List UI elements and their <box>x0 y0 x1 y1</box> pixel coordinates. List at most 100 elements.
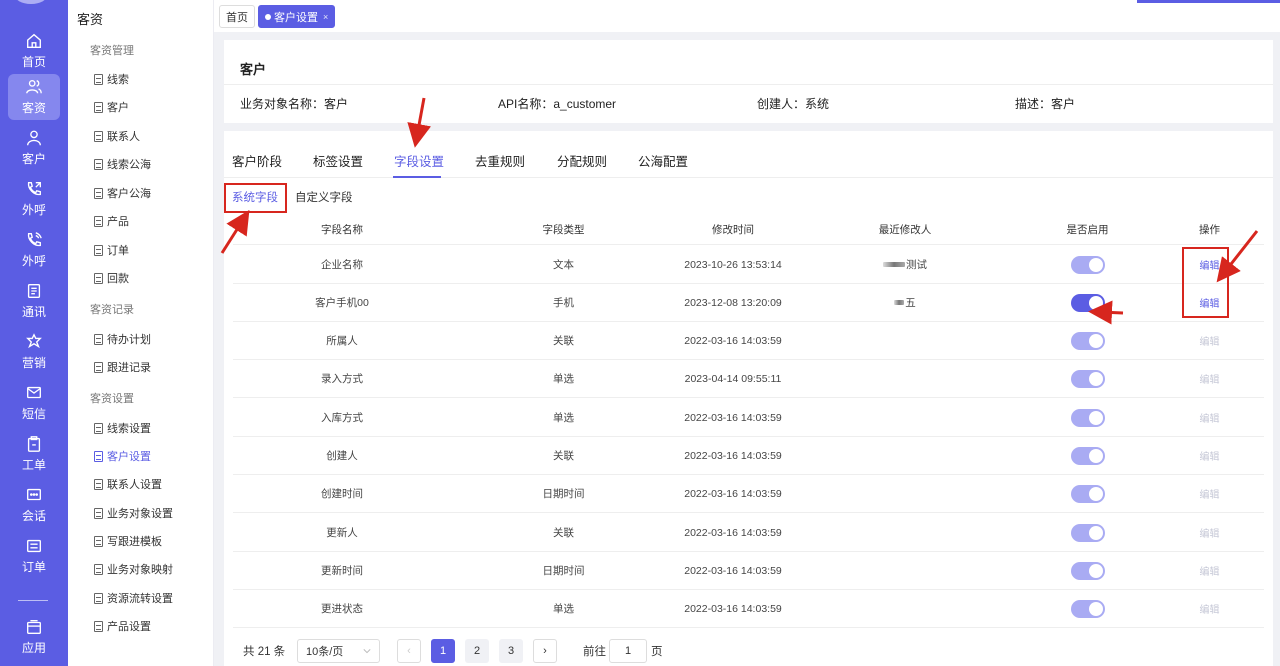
subnav-item-followups[interactable]: 跟进记录 <box>94 359 151 375</box>
document-icon <box>94 563 103 575</box>
subnav-item-leads[interactable]: 线索 <box>94 71 129 87</box>
enabled-toggle[interactable] <box>1070 293 1105 312</box>
edit-link[interactable]: 编辑 <box>1200 371 1220 386</box>
subnav-item-label: 客户设置 <box>107 451 151 463</box>
page-button[interactable]: 2 <box>465 639 489 663</box>
page-tab-home[interactable]: 首页 <box>219 5 255 28</box>
subnav-item-orders[interactable]: 订单 <box>94 242 129 258</box>
rail-item-outbound-2[interactable]: 外呼 <box>8 227 60 273</box>
rail-item-contacts[interactable]: 通讯 <box>8 278 60 324</box>
rail-item-order[interactable]: 订单 <box>8 533 60 579</box>
enabled-toggle[interactable] <box>1070 484 1105 503</box>
goto-label: 前往 <box>583 646 606 658</box>
rail-item-ticket[interactable]: 工单 <box>8 431 60 477</box>
subnav-item-flow-settings[interactable]: 资源流转设置 <box>94 590 173 606</box>
subnav-item-product-settings[interactable]: 产品设置 <box>94 618 151 634</box>
action-cell: 编辑 <box>1155 399 1264 436</box>
subnav-item-label: 写跟进模板 <box>107 536 162 548</box>
field-settings-card: 客户阶段 标签设置 字段设置 去重规则 分配规则 公海配置 系统字段 自定义字段… <box>224 131 1273 666</box>
enabled-toggle[interactable] <box>1070 369 1105 388</box>
rail-item-marketing[interactable]: 营销 <box>8 329 60 375</box>
subnav-item-lead-pool[interactable]: 线索公海 <box>94 156 151 172</box>
subnav-item-customers[interactable]: 客户 <box>94 99 129 115</box>
subnav-item-followup-template[interactable]: 写跟进模板 <box>94 533 162 549</box>
action-cell: 编辑 <box>1155 475 1264 512</box>
next-page-button[interactable]: › <box>533 639 557 663</box>
subnav-item-contact-settings[interactable]: 联系人设置 <box>94 476 162 492</box>
modifier: 测试 <box>790 246 1020 283</box>
rail-item-outbound[interactable]: 外呼 <box>8 176 60 222</box>
close-icon[interactable]: × <box>323 12 328 22</box>
page-button[interactable]: 3 <box>499 639 523 663</box>
enabled-toggle[interactable] <box>1070 408 1105 427</box>
subnav-item-contacts[interactable]: 联系人 <box>94 128 140 144</box>
subnav-item-object-mapping[interactable]: 业务对象映射 <box>94 561 173 577</box>
field-name: 所属人 <box>326 335 358 347</box>
field-name: 录入方式 <box>321 373 363 385</box>
subnav-item-payments[interactable]: 回款 <box>94 270 129 286</box>
subnav-item-customer-settings[interactable]: 客户设置 <box>94 448 151 464</box>
edit-link[interactable]: 编辑 <box>1200 333 1220 348</box>
phone-call-icon <box>27 232 42 247</box>
enabled-toggle[interactable] <box>1070 523 1105 542</box>
modifier <box>790 437 1020 474</box>
page-title: 客户 <box>240 62 267 77</box>
logo <box>14 0 48 4</box>
rail-item-chat[interactable]: 会话 <box>8 482 60 528</box>
action-cell: 编辑 <box>1155 514 1264 551</box>
page-tabs-bar: 首页 客户设置 × <box>214 0 1280 32</box>
edit-link[interactable]: 编辑 <box>1200 601 1220 616</box>
tabs-divider <box>224 177 1273 178</box>
document-icon <box>94 272 103 284</box>
field-type: 单选 <box>553 373 574 385</box>
subtab-custom-fields[interactable]: 自定义字段 <box>295 189 353 205</box>
enabled-toggle[interactable] <box>1070 331 1105 350</box>
goto-page-input[interactable]: 1 <box>609 639 647 663</box>
enabled-toggle[interactable] <box>1070 599 1105 618</box>
tab-fields[interactable]: 字段设置 <box>394 151 444 170</box>
col-header: 修改时间 <box>712 224 754 236</box>
page-suffix: 页 <box>651 646 663 658</box>
edit-link[interactable]: 编辑 <box>1200 486 1220 501</box>
subnav-item-customer-pool[interactable]: 客户公海 <box>94 185 151 201</box>
rail-item-customer[interactable]: 客户 <box>8 125 60 171</box>
rail-item-leads[interactable]: 客资 <box>8 74 60 120</box>
page-size-select[interactable]: 10条/页 <box>297 639 380 663</box>
rail-item-home[interactable]: 首页 <box>8 28 60 74</box>
annotation-box-system-fields <box>224 183 287 213</box>
modified-time: 2023-04-14 09:55:11 <box>684 372 782 385</box>
tab-tags[interactable]: 标签设置 <box>313 151 363 170</box>
enabled-toggle[interactable] <box>1070 446 1105 465</box>
subnav-item-todo[interactable]: 待办计划 <box>94 331 151 347</box>
edit-link[interactable]: 编辑 <box>1200 563 1220 578</box>
tab-assign[interactable]: 分配规则 <box>557 151 607 170</box>
subnav-item-object-settings[interactable]: 业务对象设置 <box>94 505 173 521</box>
subnav-item-label: 订单 <box>107 245 129 257</box>
enabled-toggle[interactable] <box>1070 561 1105 580</box>
edit-link[interactable]: 编辑 <box>1200 410 1220 425</box>
edit-link[interactable]: 编辑 <box>1200 448 1220 463</box>
subnav-item-products[interactable]: 产品 <box>94 213 129 229</box>
user-icon <box>27 130 41 146</box>
tab-dedup[interactable]: 去重规则 <box>475 151 525 170</box>
prev-page-button[interactable]: ‹ <box>397 639 421 663</box>
enabled-toggle[interactable] <box>1070 255 1105 274</box>
modifier <box>790 399 1020 436</box>
page-button[interactable]: 1 <box>431 639 455 663</box>
object-info-card: 客户 业务对象名称：客户 API名称：a_customer 创建人：系统 描述：… <box>224 40 1273 123</box>
subnav-item-lead-settings[interactable]: 线索设置 <box>94 420 151 436</box>
modified-time: 2023-10-26 13:53:14 <box>684 258 782 271</box>
redaction-blur <box>894 300 905 305</box>
document-icon <box>94 130 103 142</box>
rail-item-sms[interactable]: 短信 <box>8 380 60 426</box>
action-cell: 编辑 <box>1155 360 1264 397</box>
field-name: 更新人 <box>326 527 358 539</box>
modified-time: 2022-03-16 14:03:59 <box>684 602 782 615</box>
page-tab-customer-settings[interactable]: 客户设置 × <box>258 5 336 28</box>
col-header: 字段名称 <box>321 224 363 236</box>
rail-item-apps[interactable]: 应用 <box>8 614 60 660</box>
tab-stages[interactable]: 客户阶段 <box>232 151 282 170</box>
document-icon <box>94 215 103 227</box>
tab-pool[interactable]: 公海配置 <box>638 151 688 170</box>
edit-link[interactable]: 编辑 <box>1200 525 1220 540</box>
